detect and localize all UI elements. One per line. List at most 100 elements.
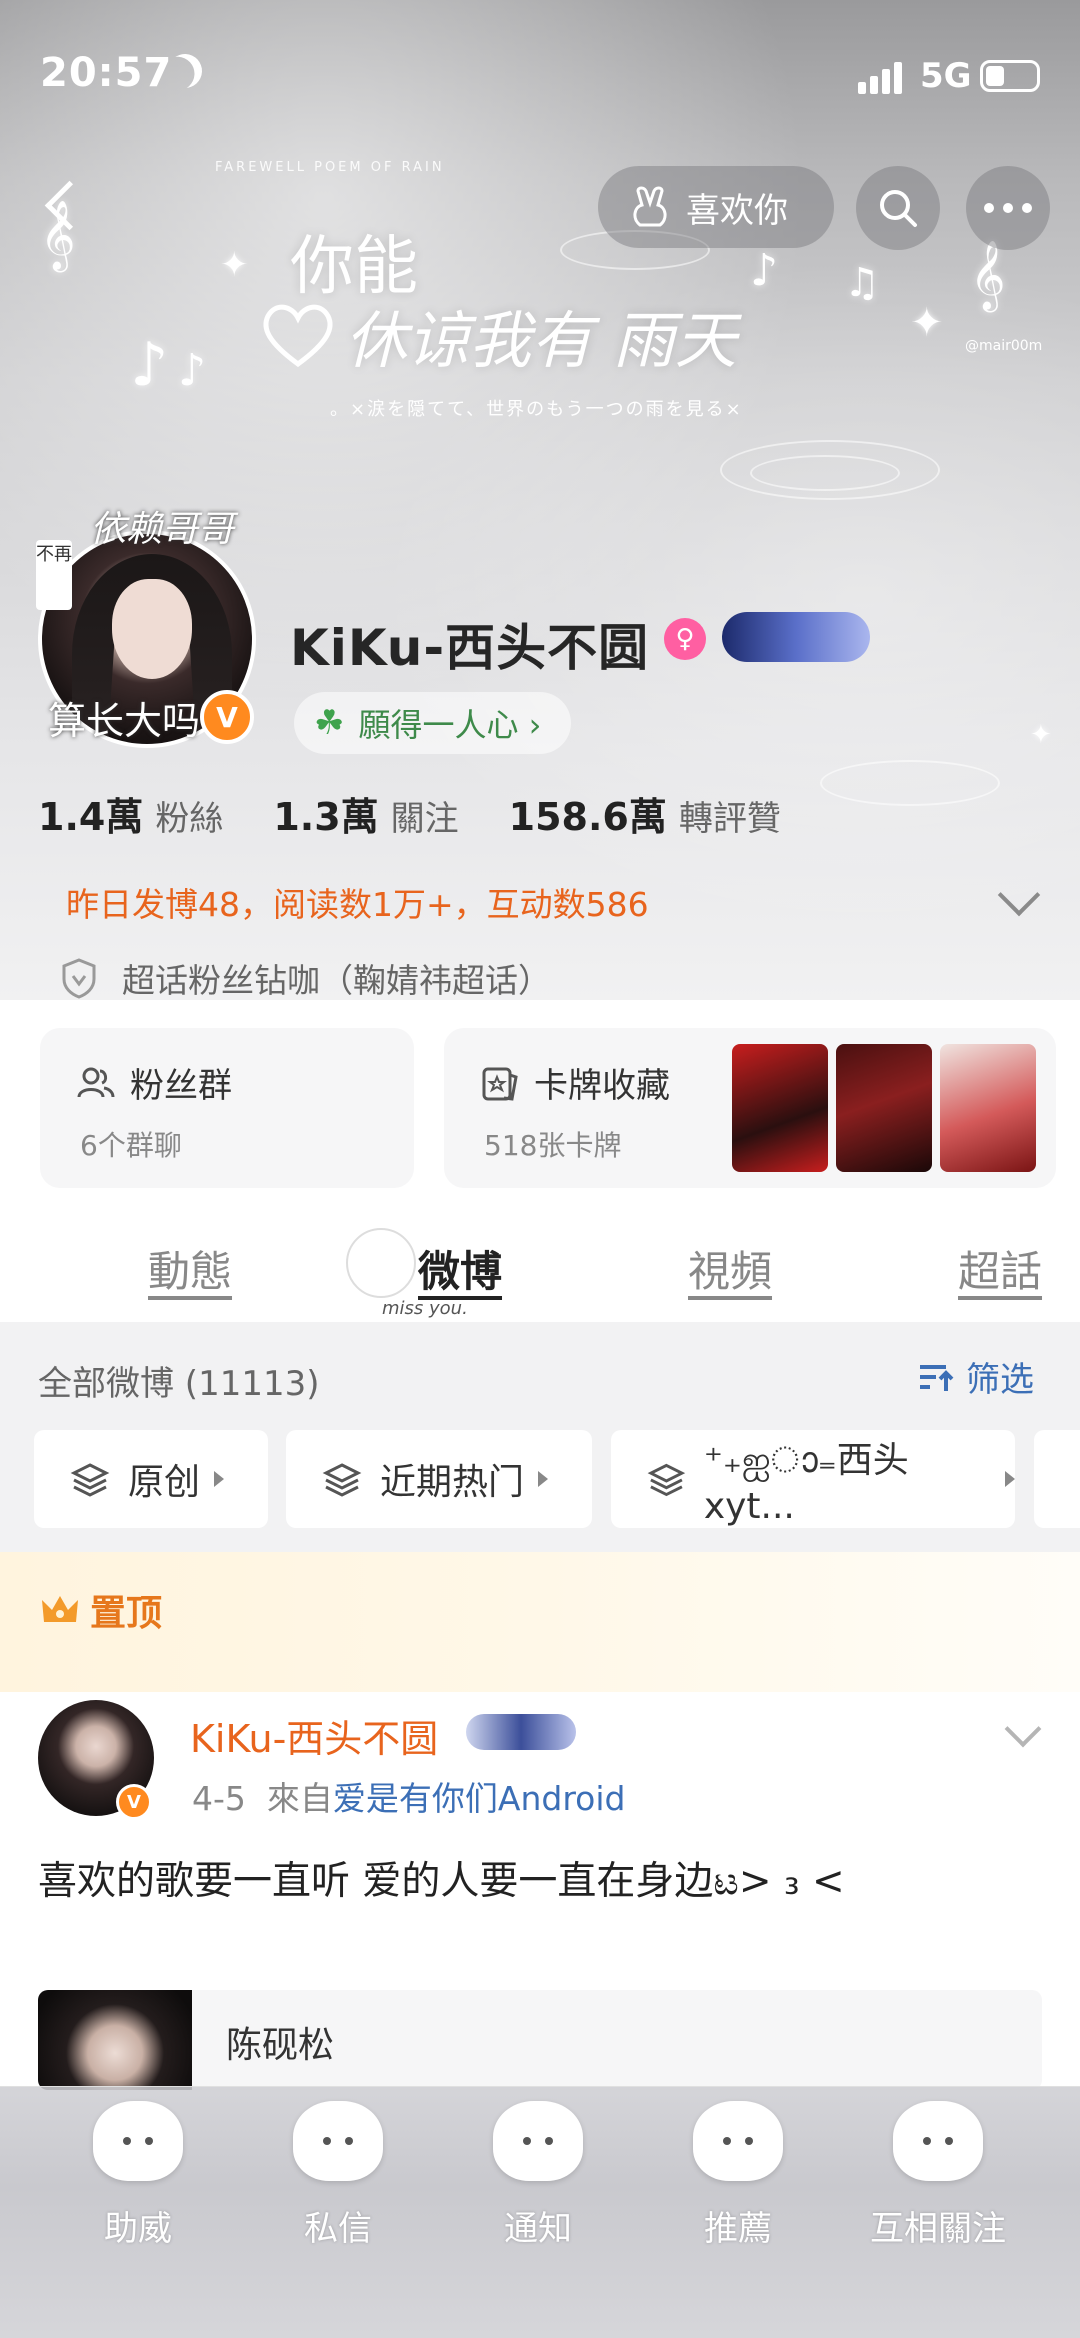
- rain-ripple: [820, 760, 1000, 806]
- nav-messages[interactable]: 私信: [230, 2087, 446, 2338]
- music-note-icon: 𝄞: [970, 240, 1006, 310]
- triangle-right-icon: [538, 1471, 549, 1487]
- card-icon: [482, 1067, 518, 1101]
- banner-watermark: FAREWELL POEM OF RAIN: [215, 160, 445, 175]
- decoration-badge[interactable]: [722, 612, 870, 662]
- nav-label: 互相關注: [870, 2209, 1006, 2249]
- repost-thumbnail: [38, 1990, 192, 2090]
- post-author[interactable]: KiKu-西头不圆: [190, 1708, 438, 1763]
- filter-icon: [920, 1364, 954, 1391]
- rain-ripple: [750, 455, 900, 491]
- super-topic-text: 超话粉丝钻咖（鞠婧祎超话）: [122, 961, 551, 1000]
- group-icon: [77, 1067, 115, 1097]
- mascot-icon: [493, 2101, 583, 2181]
- chip-label: 原创: [128, 1462, 201, 1503]
- back-button[interactable]: [34, 180, 94, 240]
- avatar-caption-bottom: 算长大吗: [48, 699, 201, 743]
- pinned-label: 置顶: [90, 1593, 163, 1634]
- status-time: 20:57: [40, 50, 173, 96]
- fans-group-card[interactable]: 粉丝群 6个群聊: [40, 1028, 414, 1188]
- more-icon: [984, 203, 1032, 213]
- mascot-icon: [693, 2101, 783, 2181]
- search-button[interactable]: [856, 166, 940, 250]
- music-note-icon: ♪: [750, 245, 779, 296]
- clover-icon: ☘: [314, 703, 345, 743]
- card-collection-card[interactable]: 卡牌收藏 518张卡牌: [444, 1028, 1056, 1188]
- chip-label: ⁺₊ஐാ₌西头xyt...: [703, 1440, 909, 1527]
- post-source[interactable]: 爱是有你们Android: [333, 1779, 626, 1818]
- stat-value: 1.4萬: [38, 795, 144, 839]
- avatar-face: [112, 579, 192, 679]
- tab-weibo[interactable]: 微博: [418, 1238, 502, 1299]
- card-thumbnail[interactable]: [940, 1044, 1036, 1172]
- post-author-badge: [466, 1714, 576, 1750]
- female-icon: ♀: [664, 618, 706, 660]
- avatar-caption-side: 不再: [36, 540, 72, 610]
- tab-super-topic[interactable]: 超話: [958, 1238, 1042, 1299]
- nav-mutual-follow[interactable]: 互相關注: [830, 2087, 1046, 2338]
- post-date: 4-5: [192, 1779, 246, 1818]
- stat-value: 1.3萬: [273, 795, 379, 839]
- chip-custom-tag[interactable]: ⁺₊ஐാ₌西头xyt...: [611, 1430, 1015, 1528]
- post-text[interactable]: 喜欢的歌要一直听 爱的人要一直在身边ಟ> ₃ <: [38, 1850, 845, 1906]
- repost-card[interactable]: 陈砚松: [38, 1990, 1042, 2090]
- chip-label: 近期热门: [380, 1462, 525, 1503]
- super-topic-row[interactable]: 超话粉丝钻咖（鞠婧祎超话）: [60, 954, 551, 1002]
- tab-videos[interactable]: 視頻: [688, 1238, 772, 1299]
- layers-icon: [322, 1463, 362, 1497]
- music-note-icon: ♪: [130, 330, 169, 400]
- bottom-nav: 助威 私信 通知 推薦 互相關注: [0, 2086, 1080, 2338]
- nav-notifications[interactable]: 通知: [430, 2087, 646, 2338]
- motto-pill[interactable]: ☘ 願得一人心 ›: [294, 692, 572, 754]
- stat-label: 關注: [390, 799, 459, 839]
- card-collection-subtitle: 518张卡牌: [484, 1129, 622, 1162]
- like-button[interactable]: 喜欢你: [598, 166, 834, 248]
- feed-filter-bar: 全部微博 (11113) 筛选 原创 近期热门 ⁺₊ஐാ₌西头xyt...: [0, 1322, 1080, 1552]
- mascot-icon: [893, 2101, 983, 2181]
- nav-recommend[interactable]: 推薦: [630, 2087, 846, 2338]
- signal-icon: [858, 60, 908, 94]
- battery-icon: [980, 60, 1040, 92]
- profile-tabs: 動態 微博 視頻 超話: [0, 1222, 1080, 1322]
- status-bar: 20:57 5G: [0, 0, 1080, 150]
- nav-label: 私信: [304, 2209, 372, 2249]
- pinned-header: 置顶: [0, 1552, 1080, 1692]
- music-note-icon: ♫: [844, 260, 880, 306]
- chip-recent-hot[interactable]: 近期热门: [286, 1430, 592, 1528]
- all-posts-count: 全部微博 (11113): [38, 1364, 320, 1404]
- bunny-icon: [633, 186, 667, 227]
- sparkle-icon: ✦: [1030, 720, 1052, 750]
- daily-summary[interactable]: 昨日发博48，阅读数1万+，互动数586: [66, 878, 649, 926]
- stat-following[interactable]: 1.3萬 關注: [273, 786, 458, 841]
- tab-dynamics[interactable]: 動態: [148, 1238, 232, 1299]
- fans-group-title-row: 粉丝群: [76, 1058, 232, 1107]
- fans-group-title: 粉丝群: [130, 1066, 232, 1106]
- card-thumbnail[interactable]: [732, 1044, 828, 1172]
- shield-icon: [62, 958, 96, 999]
- more-button[interactable]: [966, 166, 1050, 250]
- sparkle-icon: ✦: [220, 245, 249, 285]
- crown-icon: [42, 1596, 78, 1622]
- chip-original[interactable]: 原创: [34, 1430, 268, 1528]
- search-icon: [880, 190, 917, 227]
- avatar-caption-top: 依赖哥哥: [90, 509, 235, 550]
- stat-followers[interactable]: 1.4萬 粉絲: [38, 786, 223, 841]
- chevron-down-icon[interactable]: [1004, 1710, 1042, 1748]
- verified-badge: V: [200, 690, 254, 744]
- card-thumbnail[interactable]: [836, 1044, 932, 1172]
- verified-badge: V: [116, 1784, 152, 1820]
- triangle-right-icon: [1005, 1471, 1015, 1487]
- post-source-prefix: 來自: [266, 1779, 333, 1818]
- profile-stats: 1.4萬 粉絲 1.3萬 關注 158.6萬 轉評贊: [38, 786, 831, 841]
- heart-icon: [263, 304, 333, 368]
- nav-label: 推薦: [704, 2209, 772, 2249]
- nav-cheer[interactable]: 助威: [30, 2087, 246, 2338]
- pinned-label-row: 置顶: [40, 1584, 162, 1636]
- banner-subline: 。×涙を隠てて、世界のもう一つの雨を見る×: [330, 399, 743, 420]
- mascot-icon: [346, 1228, 416, 1298]
- filter-button[interactable]: 筛选: [916, 1352, 1034, 1401]
- stat-label: 轉評贊: [678, 799, 781, 839]
- chip-overflow[interactable]: [1034, 1430, 1080, 1528]
- mascot-icon: [93, 2101, 183, 2181]
- stat-interactions[interactable]: 158.6萬 轉評贊: [509, 786, 781, 841]
